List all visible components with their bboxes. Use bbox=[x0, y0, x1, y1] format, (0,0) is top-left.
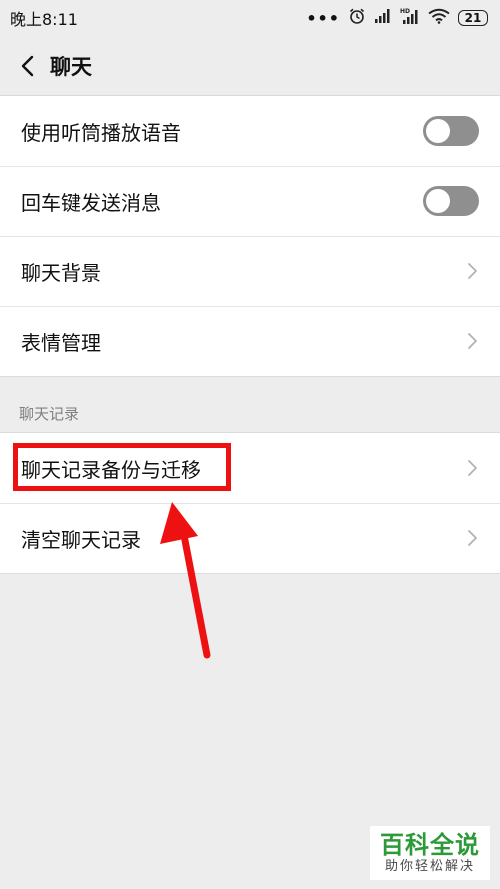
setting-label: 聊天背景 bbox=[21, 260, 101, 285]
enter-to-send-toggle[interactable] bbox=[423, 186, 479, 216]
settings-group-general: 使用听筒播放语音 回车键发送消息 聊天背景 表情管理 bbox=[0, 96, 500, 377]
status-time: 晚上8:11 bbox=[10, 10, 78, 29]
setting-row-enter-to-send[interactable]: 回车键发送消息 bbox=[0, 166, 500, 236]
setting-row-earpiece-voice[interactable]: 使用听筒播放语音 bbox=[0, 96, 500, 166]
svg-text:HD: HD bbox=[400, 8, 410, 15]
toggle-knob bbox=[426, 189, 450, 213]
chevron-right-icon bbox=[462, 528, 482, 548]
chevron-right-icon bbox=[462, 261, 482, 281]
chevron-right-icon bbox=[462, 458, 482, 478]
signal-icon bbox=[374, 8, 392, 28]
more-notifications-icon: ••• bbox=[306, 8, 340, 28]
setting-label: 表情管理 bbox=[21, 330, 101, 355]
setting-row-clear-history[interactable]: 清空聊天记录 bbox=[0, 503, 500, 573]
setting-row-backup-migrate[interactable]: 聊天记录备份与迁移 bbox=[0, 433, 500, 503]
section-header-chat-history: 聊天记录 bbox=[19, 405, 80, 423]
battery-icon: 21 bbox=[458, 10, 488, 26]
status-bar: 晚上8:11 ••• HD 21 bbox=[0, 0, 500, 36]
setting-label: 聊天记录备份与迁移 bbox=[21, 457, 201, 482]
status-icons: ••• HD 21 bbox=[306, 7, 488, 29]
chevron-left-icon[interactable] bbox=[8, 46, 48, 86]
setting-label: 回车键发送消息 bbox=[21, 190, 161, 215]
earpiece-voice-toggle[interactable] bbox=[423, 116, 479, 146]
watermark-logo: 百科全说 助你轻松解决 bbox=[370, 826, 490, 880]
setting-label: 清空聊天记录 bbox=[21, 527, 141, 552]
chevron-right-icon bbox=[462, 331, 482, 351]
watermark-main-text: 百科全说 bbox=[380, 831, 480, 859]
settings-group-chat-history: 聊天记录备份与迁移 清空聊天记录 bbox=[0, 432, 500, 574]
setting-label: 使用听筒播放语音 bbox=[21, 120, 181, 145]
alarm-icon bbox=[348, 7, 366, 29]
setting-row-chat-background[interactable]: 聊天背景 bbox=[0, 236, 500, 306]
watermark-sub-text: 助你轻松解决 bbox=[384, 859, 475, 874]
setting-row-sticker-management[interactable]: 表情管理 bbox=[0, 306, 500, 376]
wifi-icon bbox=[428, 8, 450, 28]
toggle-knob bbox=[426, 119, 450, 143]
signal-hd-icon: HD bbox=[400, 7, 420, 29]
page-title: 聊天 bbox=[50, 54, 92, 79]
nav-bar: 聊天 bbox=[0, 36, 500, 96]
